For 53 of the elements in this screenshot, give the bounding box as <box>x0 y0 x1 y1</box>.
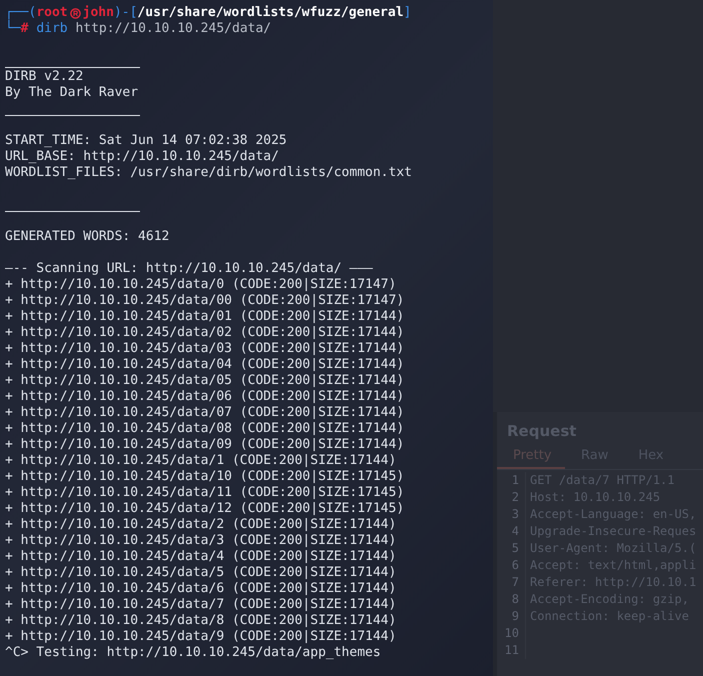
prompt-bracket: ] <box>404 5 412 21</box>
scan-result-line: + http://10.10.10.245/data/6 (CODE:200|SIZE:17144) <box>5 581 396 597</box>
scan-result-line: + http://10.10.10.245/data/5 (CODE:200|SIZE:17144) <box>5 565 396 581</box>
scan-result-line: + http://10.10.10.245/data/01 (CODE:200|SIZE:17144) <box>5 309 404 325</box>
prompt-symbol: # <box>20 21 28 37</box>
prompt-path: /usr/share/wordlists/wfuzz/general <box>137 5 404 21</box>
prompt-host: john <box>82 5 114 21</box>
prompt-user: root <box>36 5 68 21</box>
line-number: 10 <box>497 625 526 642</box>
scan-result-line: + http://10.10.10.245/data/1 (CODE:200|SIZE:17144) <box>5 453 396 469</box>
scan-result-line: + http://10.10.10.245/data/10 (CODE:200|SIZE:17145) <box>5 469 404 485</box>
scan-result-line: + http://10.10.10.245/data/7 (CODE:200|SIZE:17144) <box>5 597 396 613</box>
scan-result-line: + http://10.10.10.245/data/4 (CODE:200|SIZE:17144) <box>5 549 396 565</box>
scan-result-line: + http://10.10.10.245/data/2 (CODE:200|SIZE:17144) <box>5 517 396 533</box>
prompt-corner: └─ <box>5 21 21 37</box>
output-line: WORDLIST_FILES: /usr/share/dirb/wordlists/common.txt <box>5 165 412 181</box>
line-number: 8 <box>497 591 526 608</box>
line-number: 6 <box>497 557 526 574</box>
output-line: GENERATED WORDS: 4612 <box>5 229 170 245</box>
output-line: —-- Scanning URL: http://10.10.10.245/data/ ——— <box>5 261 373 277</box>
scan-result-line: + http://10.10.10.245/data/09 (CODE:200|SIZE:17144) <box>5 437 404 453</box>
line-number: 5 <box>497 540 526 557</box>
scan-result-line: + http://10.10.10.245/data/12 (CODE:200|SIZE:17145) <box>5 501 404 517</box>
prompt-corner: ┌──( <box>5 5 36 20</box>
line-number: 3 <box>497 506 526 523</box>
output-line: ^C> Testing: http://10.10.10.245/data/app_themes <box>5 645 381 661</box>
output-line: By The Dark Raver <box>5 85 138 101</box>
scan-result-line: + http://10.10.10.245/data/03 (CODE:200|SIZE:17144) <box>5 341 404 357</box>
scan-result-line: + http://10.10.10.245/data/9 (CODE:200|SIZE:17144) <box>5 629 396 645</box>
command-name: dirb <box>36 21 68 37</box>
scan-result-line: + http://10.10.10.245/data/07 (CODE:200|SIZE:17144) <box>5 405 404 421</box>
prompt-bracket: )-[ <box>114 5 138 21</box>
scan-result-line: + http://10.10.10.245/data/0 (CODE:200|SIZE:17147) <box>5 277 396 293</box>
scan-result-line: + http://10.10.10.245/data/06 (CODE:200|SIZE:17144) <box>5 389 404 405</box>
scan-result-line: + http://10.10.10.245/data/11 (CODE:200|SIZE:17145) <box>5 485 404 501</box>
line-number: 2 <box>497 489 526 506</box>
scan-result-line: + http://10.10.10.245/data/05 (CODE:200|SIZE:17144) <box>5 373 404 389</box>
output-line: START_TIME: Sat Jun 14 07:02:38 2025 <box>5 133 287 149</box>
circle-icon <box>70 8 81 18</box>
line-number: 9 <box>497 608 526 625</box>
output-line: DIRB v2.22 <box>5 69 84 85</box>
scan-result-line: + http://10.10.10.245/data/02 (CODE:200|SIZE:17144) <box>5 325 404 341</box>
scan-result-line: + http://10.10.10.245/data/04 (CODE:200|SIZE:17144) <box>5 357 404 373</box>
line-number: 11 <box>497 642 526 659</box>
command-argument: http://10.10.10.245/data/ <box>75 21 272 37</box>
scan-result-line: + http://10.10.10.245/data/3 (CODE:200|SIZE:17144) <box>5 533 396 549</box>
scan-result-line: + http://10.10.10.245/data/8 (CODE:200|SIZE:17144) <box>5 613 396 629</box>
line-number: 4 <box>497 523 526 540</box>
scan-result-line: + http://10.10.10.245/data/08 (CODE:200|SIZE:17144) <box>5 421 404 437</box>
scan-result-line: + http://10.10.10.245/data/00 (CODE:200|SIZE:17147) <box>5 293 404 309</box>
line-number: 1 <box>497 472 526 489</box>
line-number: 7 <box>497 574 526 591</box>
output-line: URL_BASE: http://10.10.10.245/data/ <box>5 149 279 165</box>
